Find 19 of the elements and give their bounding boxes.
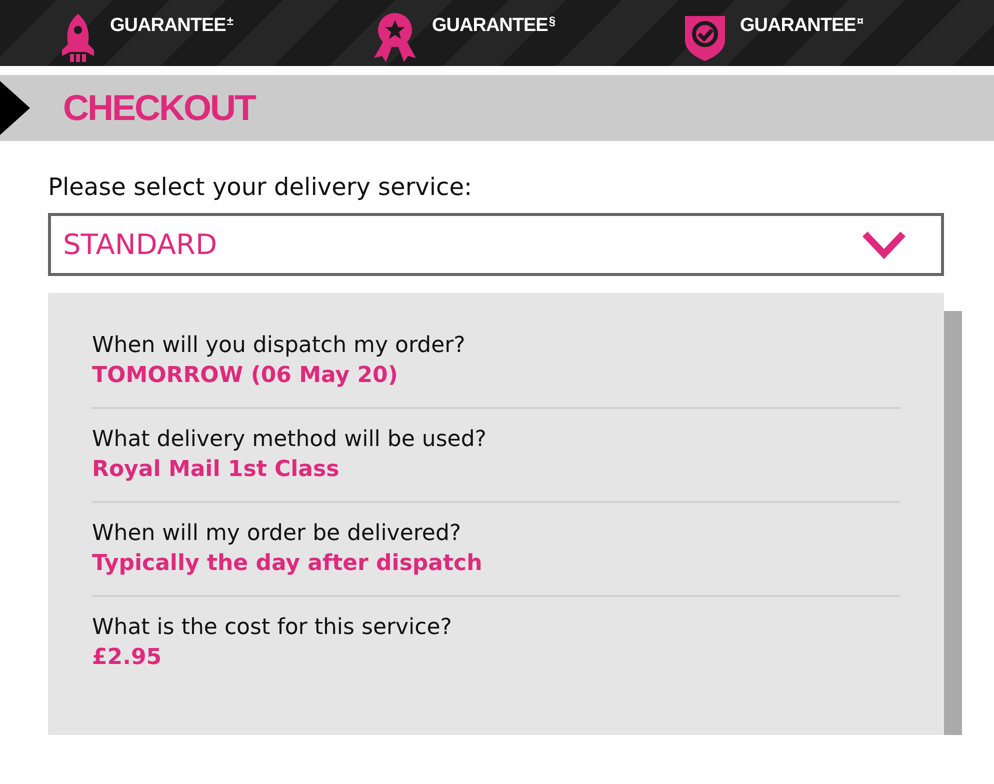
answer: Royal Mail 1st Class	[92, 456, 340, 484]
answer: TOMORROW (06 May 20)	[92, 362, 399, 390]
field-label: Please select your delivery service:	[48, 173, 474, 201]
footnote-mark: ±	[226, 14, 234, 28]
question: What delivery method will be used?	[92, 426, 488, 454]
answer: Typically the day after dispatch	[92, 550, 484, 578]
guarantee-title: GUARANTEE	[432, 14, 548, 38]
section-title: CHECKOUT	[63, 87, 255, 129]
question: When will you dispatch my order?	[92, 332, 466, 360]
arrow-icon	[0, 81, 30, 135]
question: What is the cost for this service?	[92, 614, 453, 642]
footnote-mark: ¤	[856, 14, 864, 28]
guarantee-title: GUARANTEE	[740, 14, 856, 38]
answer: £2.95	[92, 644, 163, 672]
chevron-down-icon	[861, 230, 907, 260]
question: When will my order be delivered?	[92, 520, 462, 548]
guarantee-title: GUARANTEE	[110, 14, 226, 38]
delivery-select[interactable]: STANDARD	[48, 213, 944, 276]
footnote-mark: §	[548, 14, 556, 28]
